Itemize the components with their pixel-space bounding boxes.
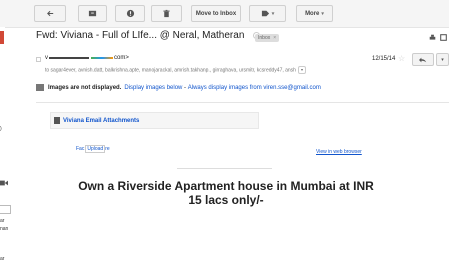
document-icon [54, 117, 60, 124]
display-images-link[interactable]: Display images below [124, 85, 182, 91]
print-icon[interactable] [429, 34, 436, 41]
subject-text: Fwd: Viviana - Full of LIfe... @ Neral, … [36, 30, 245, 41]
sidebar-fragment: ) [0, 126, 2, 132]
sender-line: v com> [45, 55, 129, 61]
images-notice-text: Images are not displayed. [48, 84, 122, 91]
attachments-box[interactable]: Viviana Email Attachments [50, 112, 259, 129]
video-icon[interactable] [0, 179, 8, 187]
image-links-row: Fac Upload re [76, 145, 110, 153]
move-to-inbox-label: Move to Inbox [195, 10, 237, 17]
chevron-down-icon: ▾ [441, 56, 444, 63]
star-icon[interactable]: ☆ [398, 54, 405, 63]
reply-icon [419, 57, 427, 62]
share-link[interactable]: re [105, 146, 109, 152]
back-arrow-icon [46, 10, 53, 17]
always-display-images-link[interactable]: Always display images from viren.sse@gma… [188, 85, 321, 91]
divider [36, 102, 449, 103]
back-button[interactable] [34, 5, 66, 22]
recipients-line: to sagar4ever, avnish.datt, balkrishna.a… [45, 66, 306, 74]
remove-label-icon[interactable]: × [273, 35, 276, 41]
images-notice: Images are not displayed. Display images… [36, 84, 321, 91]
more-label: More [305, 10, 320, 17]
sender-name-redacted [49, 57, 89, 59]
subject-actions [429, 34, 447, 41]
toolbar: Move to Inbox ▾ More ▾ [0, 0, 449, 28]
sender-suffix: com> [114, 55, 129, 61]
facebook-link[interactable]: Fac [76, 146, 84, 152]
label-text: Inbox [258, 35, 271, 41]
sidebar-fragment: nan [0, 226, 9, 232]
reply-button[interactable] [412, 53, 434, 66]
attachments-title[interactable]: Viviana Email Attachments [63, 118, 139, 124]
new-window-icon[interactable] [440, 34, 447, 41]
delete-button[interactable] [151, 5, 182, 22]
email-date: 12/15/14 [372, 56, 396, 62]
label-tag-icon [261, 10, 269, 17]
trash-icon [163, 9, 170, 18]
image-icon [36, 84, 44, 91]
chevron-down-icon: ▾ [271, 10, 275, 17]
archive-icon [88, 10, 97, 17]
content-divider [177, 168, 272, 169]
sender-email-redacted [91, 57, 113, 59]
chat-search-input[interactable] [0, 205, 11, 214]
email-headline: Own a Riverside Apartment house in Mumba… [78, 179, 374, 207]
sidebar-fragment: ar [0, 218, 5, 224]
compose-button-edge[interactable] [0, 31, 4, 44]
sender-avatar [36, 57, 41, 62]
move-to-inbox-button[interactable]: Move to Inbox [191, 5, 241, 22]
more-button[interactable]: More ▾ [296, 5, 333, 22]
upload-image-placeholder[interactable]: Upload [85, 145, 106, 153]
archive-button[interactable] [78, 5, 107, 22]
sender-prefix: v [45, 55, 48, 61]
view-in-web-browser-link[interactable]: View in web browser [316, 149, 362, 155]
chevron-down-icon: ▾ [321, 10, 324, 17]
left-sidebar-edge [0, 27, 5, 274]
inbox-label-chip[interactable]: Inbox × [255, 34, 280, 42]
report-spam-button[interactable] [115, 5, 145, 22]
show-details-icon[interactable]: ▾ [297, 66, 306, 74]
recipients-text: to sagar4ever, avnish.datt, balkrishna.a… [45, 67, 296, 74]
email-subject: Fwd: Viviana - Full of LIfe... @ Neral, … [36, 30, 261, 41]
spam-icon [126, 9, 134, 18]
message-more-button[interactable]: ▾ [436, 53, 449, 66]
sidebar-fragment: ar [0, 256, 5, 262]
labels-button[interactable]: ▾ [249, 5, 286, 22]
